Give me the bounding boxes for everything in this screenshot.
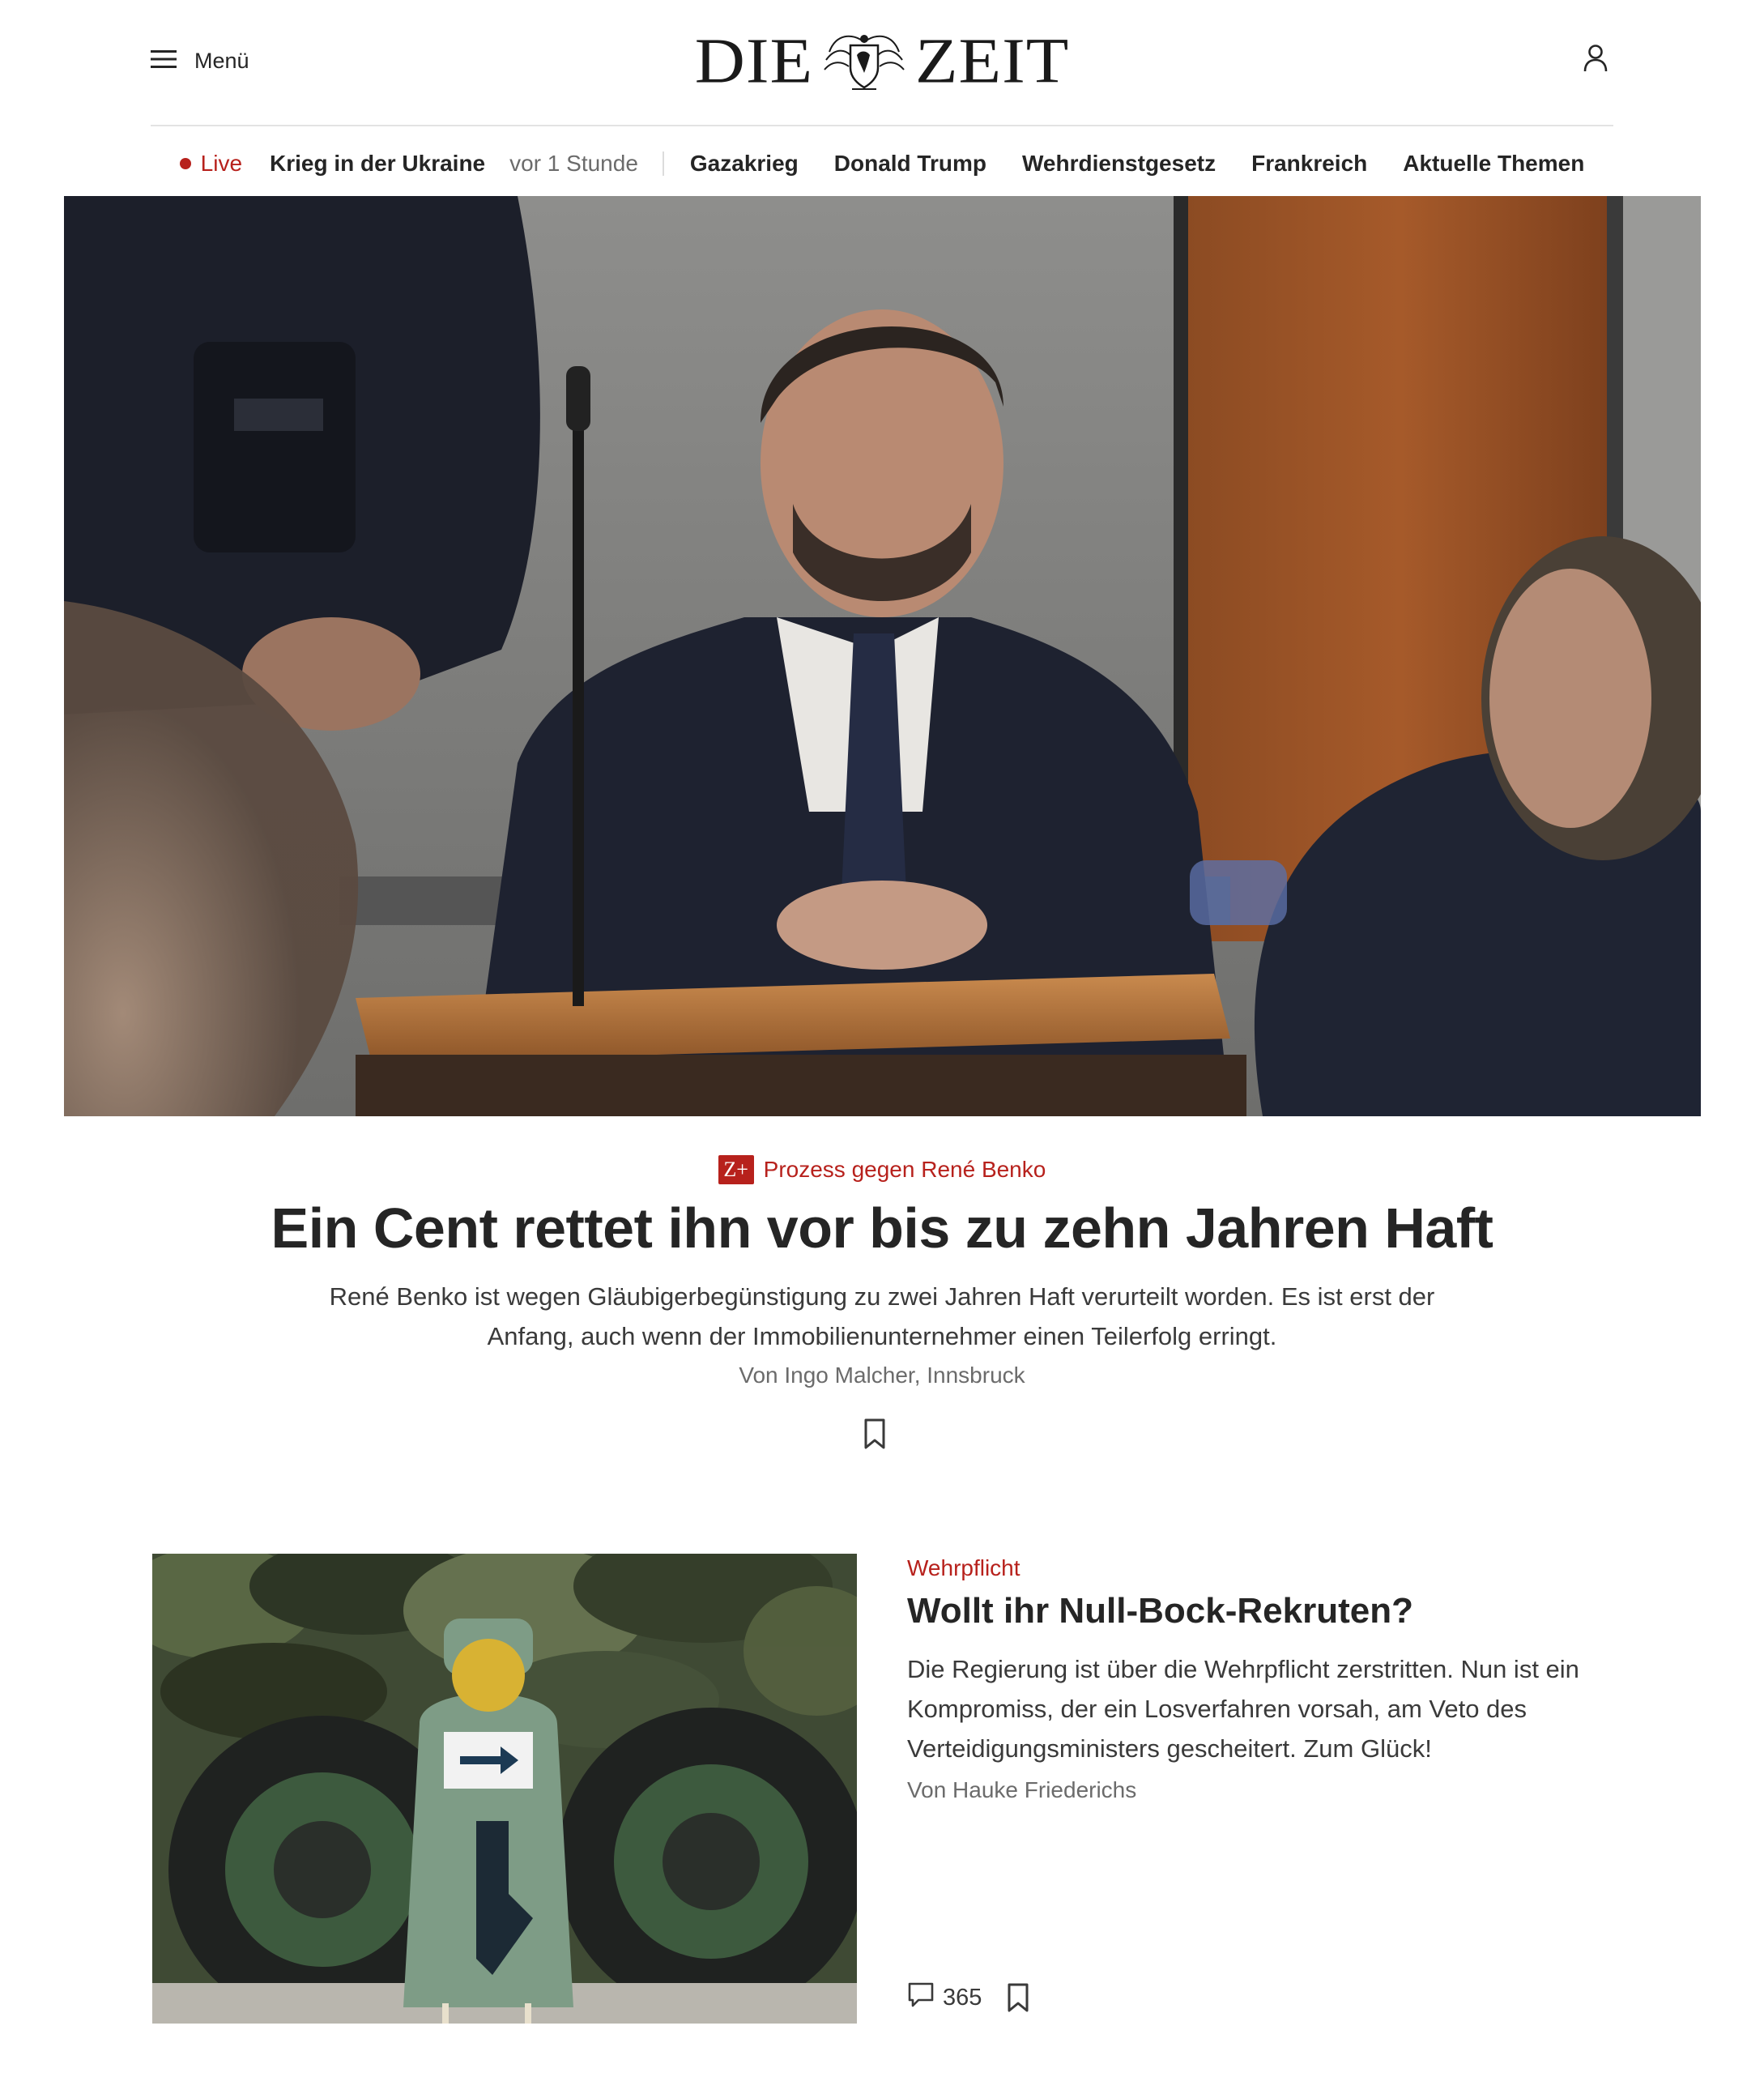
comment-count: 365 xyxy=(943,1984,982,2011)
eagle-crest-icon xyxy=(820,28,909,95)
article-image[interactable] xyxy=(152,1554,857,2024)
menu-label: Menü xyxy=(194,48,249,73)
topics-divider xyxy=(662,151,664,176)
menu-button[interactable]: Menü xyxy=(151,41,249,81)
zplus-badge: Z+ xyxy=(718,1155,754,1184)
bookmark-icon xyxy=(862,1418,888,1453)
hero-kicker[interactable]: Z+ Prozess gegen René Benko xyxy=(0,1155,1764,1184)
live-timestamp: vor 1 Stunde xyxy=(509,151,638,176)
user-icon xyxy=(1583,44,1608,77)
topics-bar: Live Krieg in der Ukraine vor 1 Stunde G… xyxy=(151,138,1613,190)
page: Menü DIE ZEIT Live Krieg in der Ukraine … xyxy=(0,0,1764,2077)
hero-headline[interactable]: Ein Cent rettet ihn vor bis zu zehn Jahr… xyxy=(0,1196,1764,1260)
account-button[interactable] xyxy=(1578,39,1613,81)
live-dot-icon xyxy=(179,158,191,169)
logo-word-left: DIE xyxy=(694,24,814,97)
hero-bookmark-button[interactable] xyxy=(862,1418,888,1450)
topic-link[interactable]: Wehrdienstgesetz xyxy=(1022,151,1216,177)
article-bookmark-button[interactable] xyxy=(1006,1982,1030,2013)
topic-link[interactable]: Frankreich xyxy=(1251,151,1367,177)
article-actions: 365 xyxy=(907,1980,1030,2015)
hero-teaser: René Benko ist wegen Gläubigerbegünstigu… xyxy=(329,1282,1435,1350)
comments-button[interactable]: 365 xyxy=(907,1981,982,2014)
live-topic-link[interactable]: Krieg in der Ukraine xyxy=(270,151,485,177)
logo-word-right: ZEIT xyxy=(915,24,1070,97)
hero-byline: Von Ingo Malcher, Innsbruck xyxy=(739,1363,1025,1388)
hero-image[interactable] xyxy=(64,196,1701,1116)
article-byline: Von Hauke Friederichs xyxy=(907,1777,1137,1802)
bookmark-icon xyxy=(1006,1983,1030,2016)
live-badge[interactable]: Live xyxy=(179,151,243,177)
article-teaser: Die Regierung ist über die Wehrpflicht z… xyxy=(907,1655,1579,1763)
article-headline[interactable]: Wollt ihr Null-Bock-Rekruten? xyxy=(907,1591,1413,1631)
hero-kicker-text: Prozess gegen René Benko xyxy=(763,1157,1046,1182)
comment-icon xyxy=(907,1981,935,2014)
article-kicker[interactable]: Wehrpflicht xyxy=(907,1555,1020,1581)
hamburger-icon xyxy=(151,49,178,74)
live-label: Live xyxy=(200,151,243,176)
topic-link[interactable]: Gazakrieg xyxy=(690,151,799,177)
topic-link[interactable]: Aktuelle Themen xyxy=(1403,151,1584,177)
site-header: Menü DIE ZEIT xyxy=(151,0,1613,126)
site-logo[interactable]: DIE ZEIT xyxy=(695,28,1069,95)
topic-link[interactable]: Donald Trump xyxy=(834,151,986,177)
